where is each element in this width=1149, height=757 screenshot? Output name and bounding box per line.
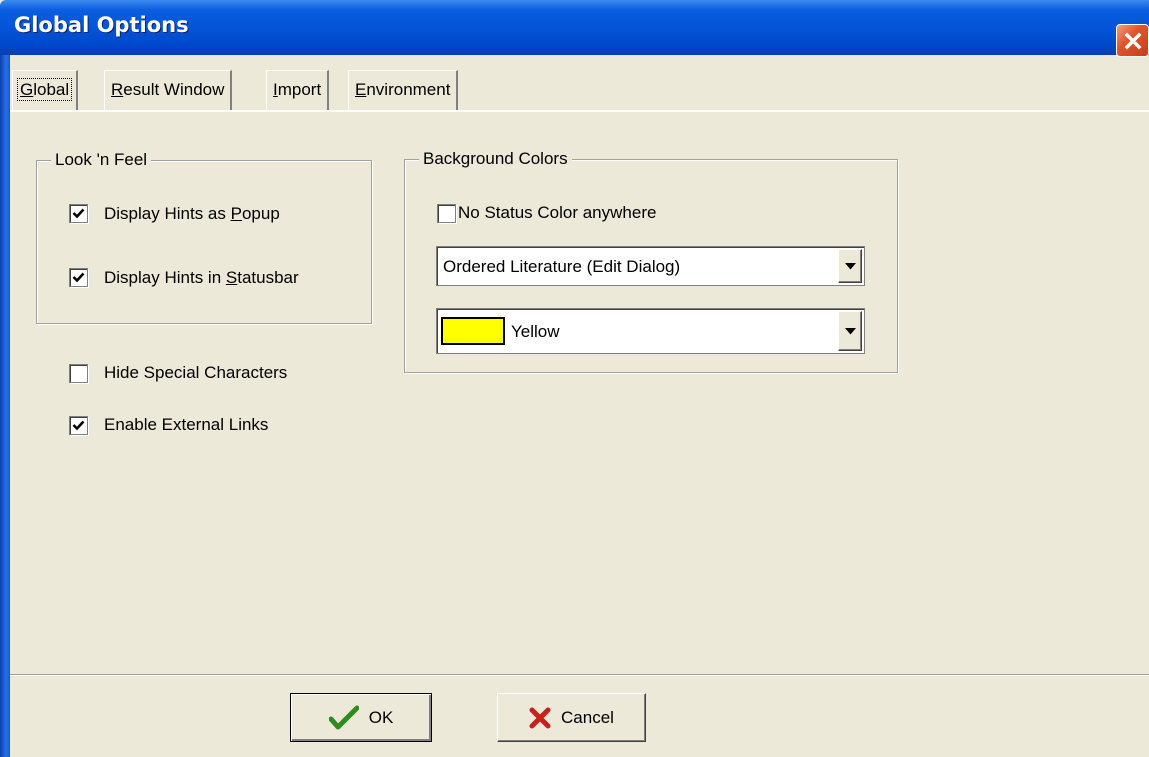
tab-panel-border: [10, 110, 1149, 112]
look-feel-legend: Look 'n Feel: [51, 148, 152, 172]
hints-statusbar-text: Display Hints in: [104, 268, 226, 287]
target-select-value: Ordered Literature (Edit Dialog): [443, 257, 681, 276]
tab-environment-accel: E: [355, 80, 367, 99]
window-title: Global Options: [14, 13, 189, 37]
hints-popup-text: Display Hints as: [104, 204, 231, 223]
no-status-color-checkbox[interactable]: [437, 204, 456, 223]
chevron-down-icon: [844, 327, 856, 334]
chevron-down-icon: [844, 262, 856, 269]
color-swatch: [441, 317, 505, 345]
hints-popup-checkbox[interactable]: [69, 204, 88, 223]
tab-global-label: lobal: [33, 80, 70, 99]
tab-environment[interactable]: Environment: [348, 70, 459, 110]
checkmark-icon: [72, 420, 85, 431]
tab-environment-label: nvironment: [366, 80, 451, 99]
cancel-label: Cancel: [561, 707, 614, 727]
tab-import-label: mport: [277, 80, 322, 99]
hints-popup-accel: P: [230, 204, 242, 223]
cancel-button[interactable]: Cancel: [497, 693, 646, 742]
checkmark-icon: [72, 272, 85, 283]
no-status-color-label[interactable]: No Status Color anywhere: [458, 202, 656, 224]
target-select[interactable]: Ordered Literature (Edit Dialog): [436, 246, 865, 286]
color-select-value: Yellow: [511, 322, 560, 341]
background-colors-legend: Background Colors: [419, 147, 572, 171]
ok-button[interactable]: OK: [290, 693, 432, 742]
ok-label: OK: [368, 707, 394, 727]
external-links-label[interactable]: Enable External Links: [104, 414, 268, 436]
checkmark-icon: [328, 705, 359, 729]
title-bar: Global Options: [0, 0, 1149, 55]
close-icon: [1124, 32, 1141, 49]
checkmark-icon: [72, 208, 85, 219]
external-links-checkbox[interactable]: [69, 416, 88, 435]
look-feel-group: Look 'n Feel: [36, 148, 372, 324]
color-select[interactable]: Yellow: [436, 308, 865, 354]
hints-statusbar-accel: S: [225, 268, 238, 287]
target-select-dropdown-button[interactable]: [838, 249, 862, 283]
tab-global-accel: G: [20, 80, 34, 99]
tab-import[interactable]: Import: [266, 70, 330, 110]
tab-result-accel: R: [111, 80, 124, 99]
hints-statusbar-checkbox[interactable]: [69, 268, 88, 287]
hints-statusbar-label[interactable]: Display Hints in Statusbar: [104, 267, 299, 289]
hints-popup-text-end: opup: [241, 204, 280, 223]
hide-special-label[interactable]: Hide Special Characters: [104, 362, 287, 384]
color-select-dropdown-button[interactable]: [838, 311, 862, 351]
hints-statusbar-text-end: tatusbar: [237, 268, 299, 287]
footer-separator-highlight: [10, 675, 1149, 676]
hints-popup-label[interactable]: Display Hints as Popup: [104, 203, 280, 225]
close-button[interactable]: [1116, 24, 1149, 57]
window-frame: [0, 55, 10, 757]
tab-global[interactable]: Global: [12, 70, 79, 112]
cross-icon: [529, 707, 551, 728]
tab-result-label: esult Window: [123, 80, 225, 99]
hide-special-checkbox[interactable]: [69, 364, 88, 383]
tab-result-window[interactable]: Result Window: [104, 70, 233, 110]
